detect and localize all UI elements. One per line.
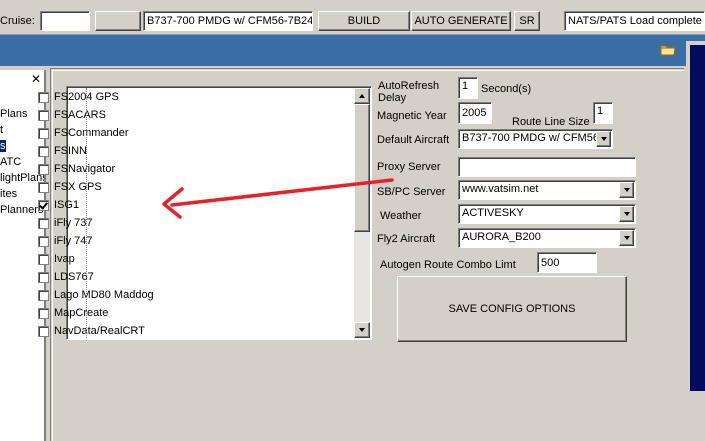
arrow-shaft [170, 178, 394, 207]
annotation-arrow-icon [162, 178, 394, 219]
